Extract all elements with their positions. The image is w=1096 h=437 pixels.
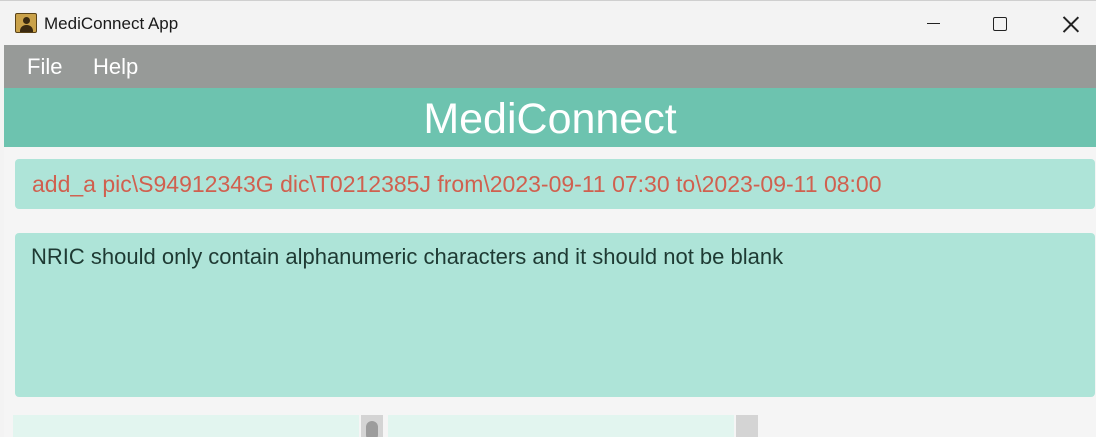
command-input-text[interactable]: add_a pic\S94912343G dic\T0212385J from\…	[32, 171, 882, 198]
address-book-icon	[15, 13, 37, 33]
menu-file[interactable]: File	[27, 54, 62, 80]
command-input[interactable]: add_a pic\S94912343G dic\T0212385J from\…	[15, 159, 1095, 209]
menu-help[interactable]: Help	[93, 54, 138, 80]
right-list-panel[interactable]	[388, 415, 734, 437]
minimize-button[interactable]	[910, 1, 956, 46]
left-list-scrollbar[interactable]	[361, 415, 383, 437]
result-display: NRIC should only contain alphanumeric ch…	[15, 233, 1095, 397]
right-list-scrollbar[interactable]	[736, 415, 758, 437]
app-title: MediConnect	[423, 95, 677, 143]
menu-bar: File Help	[4, 45, 1096, 88]
maximize-icon	[993, 16, 1007, 31]
minimize-icon	[926, 22, 940, 25]
close-icon	[1062, 15, 1080, 33]
left-list-panel[interactable]	[13, 415, 359, 437]
window-title: MediConnect App	[44, 14, 179, 33]
result-message: NRIC should only contain alphanumeric ch…	[31, 244, 784, 269]
left-scrollbar-thumb[interactable]	[366, 421, 378, 437]
app-header: MediConnect	[4, 88, 1096, 147]
window-titlebar[interactable]: MediConnect App	[0, 0, 1096, 45]
main-content: add_a pic\S94912343G dic\T0212385J from\…	[4, 147, 1096, 437]
close-button[interactable]	[1048, 1, 1094, 46]
maximize-button[interactable]	[977, 1, 1023, 46]
